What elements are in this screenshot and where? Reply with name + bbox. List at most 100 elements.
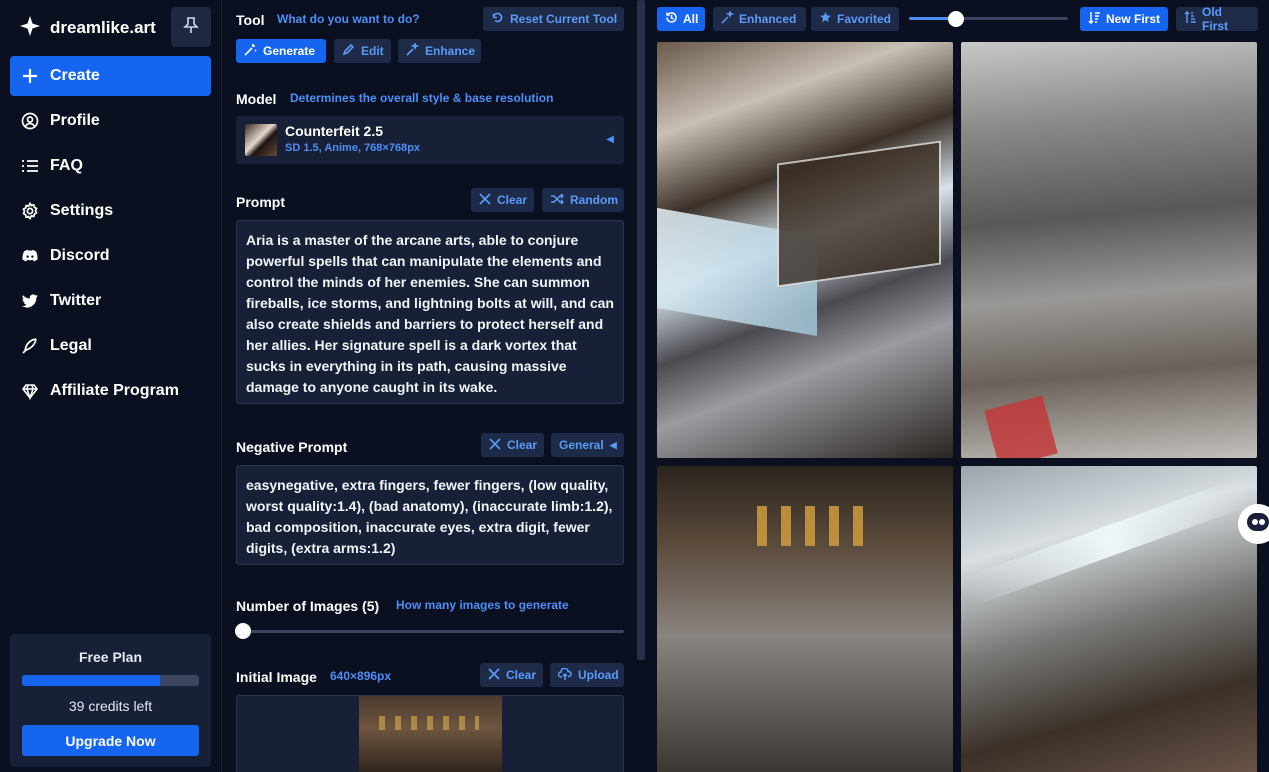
- credits-progress-fill: [22, 675, 161, 686]
- negative-clear-button[interactable]: Clear: [481, 433, 544, 457]
- reset-icon: [491, 11, 504, 27]
- upgrade-button[interactable]: Upgrade Now: [22, 725, 199, 756]
- nav-label: Profile: [50, 112, 100, 129]
- initial-image: [359, 696, 502, 772]
- pin-icon: [182, 16, 200, 39]
- tab-enhance[interactable]: Enhance: [398, 39, 481, 63]
- num-images-slider-thumb[interactable]: [235, 623, 251, 639]
- model-thumbnail: [245, 124, 277, 156]
- initial-image-size: 640×896px: [330, 669, 392, 683]
- user-icon: [21, 112, 39, 130]
- nav-item-faq[interactable]: FAQ: [10, 146, 211, 186]
- initial-image-preview[interactable]: [236, 695, 624, 772]
- sparkle-wand-icon: [406, 41, 420, 59]
- feather-icon: [21, 337, 39, 355]
- sparkle-logo-icon: [20, 15, 40, 41]
- filter-label: All: [683, 12, 699, 26]
- model-hint: Determines the overall style & base reso…: [290, 91, 554, 105]
- nav-item-discord[interactable]: Discord: [10, 236, 211, 276]
- gallery: All Enhanced Favorited New First Old Fir…: [646, 0, 1269, 772]
- clear-label: Clear: [506, 668, 537, 682]
- num-images-hint: How many images to generate: [396, 598, 569, 612]
- model-name: Counterfeit 2.5: [285, 123, 384, 139]
- clear-label: Clear: [507, 438, 538, 452]
- tool-hint: What do you want to do?: [277, 12, 420, 26]
- main-nav: Create Profile FAQ Settings Discord Twit…: [10, 56, 211, 416]
- nav-item-profile[interactable]: Profile: [10, 101, 211, 141]
- zoom-slider-thumb[interactable]: [948, 11, 964, 27]
- close-icon: [488, 667, 500, 683]
- upload-label: Upload: [578, 668, 619, 682]
- sort-label: Old First: [1202, 5, 1229, 33]
- model-selector[interactable]: Counterfeit 2.5 SD 1.5, Anime, 768×768px…: [236, 116, 624, 164]
- nav-item-create[interactable]: Create: [10, 56, 211, 96]
- close-icon: [479, 192, 491, 208]
- nav-item-affiliate[interactable]: Affiliate Program: [10, 371, 211, 411]
- random-label: Random: [570, 193, 618, 207]
- nav-item-legal[interactable]: Legal: [10, 326, 211, 366]
- nav-item-settings[interactable]: Settings: [10, 191, 211, 231]
- nav-item-twitter[interactable]: Twitter: [10, 281, 211, 321]
- gallery-image[interactable]: [961, 466, 1257, 772]
- prompt-textarea[interactable]: Aria is a master of the arcane arts, abl…: [236, 220, 624, 404]
- wand-icon: [244, 43, 257, 59]
- pencil-icon: [342, 43, 355, 59]
- sidebar: dreamlike.art Create Profile FAQ Setting…: [0, 0, 222, 772]
- tab-generate[interactable]: Generate: [236, 39, 326, 63]
- gallery-image[interactable]: [657, 42, 953, 458]
- sparkle-wand-icon: [721, 9, 735, 27]
- sort-new-first[interactable]: New First: [1080, 7, 1168, 31]
- prompt-random-button[interactable]: Random: [542, 188, 624, 212]
- tab-label: Enhance: [425, 44, 476, 58]
- panel-scrollbar[interactable]: [637, 0, 645, 660]
- bot-face-icon: [1246, 511, 1269, 538]
- tab-edit[interactable]: Edit: [334, 39, 391, 63]
- preset-label: General: [559, 438, 604, 452]
- twitter-icon: [21, 292, 39, 310]
- sort-old-first[interactable]: Old First: [1176, 5, 1258, 33]
- caret-left-icon: ◀: [609, 439, 617, 450]
- filter-all[interactable]: All: [657, 7, 705, 31]
- initial-image-label: Initial Image: [236, 669, 317, 685]
- credits-left: 39 credits left: [68, 698, 153, 714]
- nav-label: Legal: [50, 337, 92, 354]
- filter-favorited[interactable]: Favorited: [811, 7, 899, 31]
- negative-prompt-textarea[interactable]: easynegative, extra fingers, fewer finge…: [236, 465, 624, 565]
- discord-icon: [21, 247, 39, 265]
- initial-image-upload-button[interactable]: Upload: [550, 663, 624, 687]
- tool-label: Tool: [236, 12, 265, 28]
- filter-enhanced[interactable]: Enhanced: [713, 7, 806, 31]
- negative-preset-select[interactable]: General ◀: [551, 433, 624, 457]
- gallery-image[interactable]: [657, 466, 953, 772]
- list-icon: [21, 157, 39, 175]
- reset-tool-button[interactable]: Reset Current Tool: [483, 7, 624, 31]
- upload-cloud-icon: [557, 667, 572, 683]
- prompt-clear-button[interactable]: Clear: [471, 188, 534, 212]
- model-details: SD 1.5, Anime, 768×768px: [285, 142, 421, 154]
- app-root: dreamlike.art Create Profile FAQ Setting…: [0, 0, 1269, 772]
- reset-label: Reset Current Tool: [510, 12, 618, 26]
- caret-left-icon: ◀: [606, 134, 614, 145]
- plan-title: Free Plan: [78, 649, 143, 665]
- gallery-image[interactable]: [961, 42, 1257, 458]
- model-label: Model: [236, 91, 277, 107]
- star-icon: [819, 11, 832, 27]
- nav-label: Twitter: [50, 292, 102, 309]
- tab-label: Generate: [263, 44, 316, 58]
- nav-label: Create: [50, 67, 100, 84]
- plus-icon: [21, 67, 39, 85]
- gear-icon: [21, 202, 39, 220]
- sort-label: New First: [1106, 12, 1161, 26]
- pin-sidebar-button[interactable]: [171, 7, 211, 47]
- nav-label: Affiliate Program: [50, 382, 179, 399]
- brand[interactable]: dreamlike.art: [20, 14, 156, 42]
- brand-name: dreamlike.art: [50, 18, 156, 37]
- credits-progress-bar: [22, 675, 199, 686]
- diamond-icon: [21, 382, 39, 400]
- negative-prompt-label: Negative Prompt: [236, 439, 348, 455]
- clear-label: Clear: [497, 193, 528, 207]
- initial-image-clear-button[interactable]: Clear: [480, 663, 543, 687]
- num-images-slider-track[interactable]: [236, 630, 624, 633]
- nav-label: Discord: [50, 247, 110, 264]
- prompt-label: Prompt: [236, 194, 285, 210]
